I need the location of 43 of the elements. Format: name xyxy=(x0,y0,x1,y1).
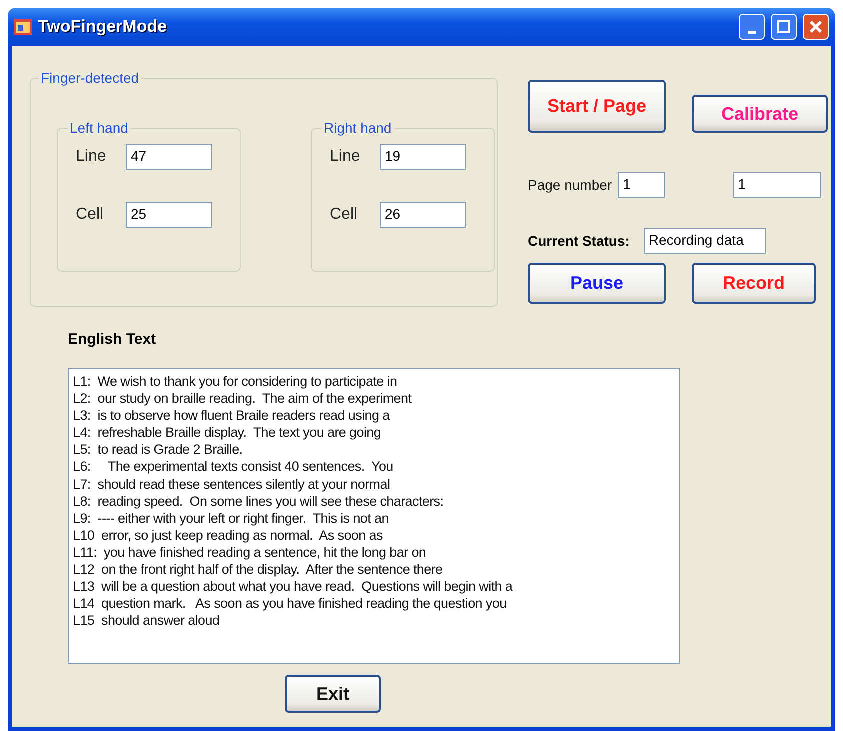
field-label: Line xyxy=(76,148,108,166)
status-label: Current Status: xyxy=(528,233,630,249)
window-title: TwoFingerMode xyxy=(38,17,168,37)
exit-button[interactable]: Exit xyxy=(285,675,381,713)
input-field[interactable]: 25 xyxy=(126,202,212,228)
field-label: Cell xyxy=(76,206,105,224)
text-line: L14 question mark. As soon as you have finished reading the question you xyxy=(73,595,508,612)
section-label: English Text xyxy=(68,331,158,348)
text-line: L15 should answer aloud xyxy=(73,612,221,630)
text-line: L3: is to observe how fluent Braile readers read using a xyxy=(73,407,392,424)
text-line: L10 error, so just keep reading as normal. As soon as xyxy=(73,526,384,544)
pause-button[interactable]: Pause xyxy=(528,263,666,304)
text-line: L6: The experimental texts consist 40 sentences. You xyxy=(73,458,394,476)
text-area[interactable] xyxy=(68,368,680,664)
text-line: L7: should read these sentences silently at your normal xyxy=(73,476,392,493)
field-label: Line xyxy=(330,148,362,166)
minimize-button[interactable] xyxy=(739,14,765,40)
text-line: L8: reading speed. On some lines you will see these characters: xyxy=(73,492,445,510)
text-line: L12 on the front right half of the display. After the sentence there xyxy=(73,561,444,578)
field-label: Cell xyxy=(330,206,359,224)
text-line: L5: to read is Grade 2 Braille. xyxy=(73,441,244,458)
input-field[interactable]: 19 xyxy=(380,144,466,170)
text-line: L4: refreshable Braille display. The text you are going xyxy=(73,424,382,442)
group-title: Finger-detected xyxy=(40,70,140,86)
input-field[interactable]: 1 xyxy=(733,172,822,198)
text-line: L2: our study on braille reading. The aim of the experiment xyxy=(73,390,413,408)
close-button[interactable] xyxy=(803,14,829,40)
text-line: L1: We wish to thank you for considering to participate in xyxy=(73,373,398,390)
maximize-button[interactable] xyxy=(771,14,797,40)
text-line: L11: you have finished reading a sentence, hit the long bar on xyxy=(73,544,428,562)
group-title: Right hand xyxy=(323,120,393,136)
group-title: Left hand xyxy=(69,120,130,136)
app-icon xyxy=(14,19,32,35)
close-icon xyxy=(809,20,823,34)
text-line: L9: ---- either with your left or right finger. This is not an xyxy=(73,510,390,527)
minimize-icon xyxy=(748,30,756,34)
input-field[interactable]: 26 xyxy=(380,202,466,228)
input-field[interactable]: 47 xyxy=(126,144,212,170)
maximize-icon xyxy=(777,20,791,34)
status-field[interactable]: Recording data xyxy=(644,228,766,254)
text-line: L13 will be a question about what you have read. Questions will begin with a xyxy=(73,578,514,596)
field-label: Page number xyxy=(528,177,612,193)
input-field[interactable]: 1 xyxy=(618,172,666,198)
